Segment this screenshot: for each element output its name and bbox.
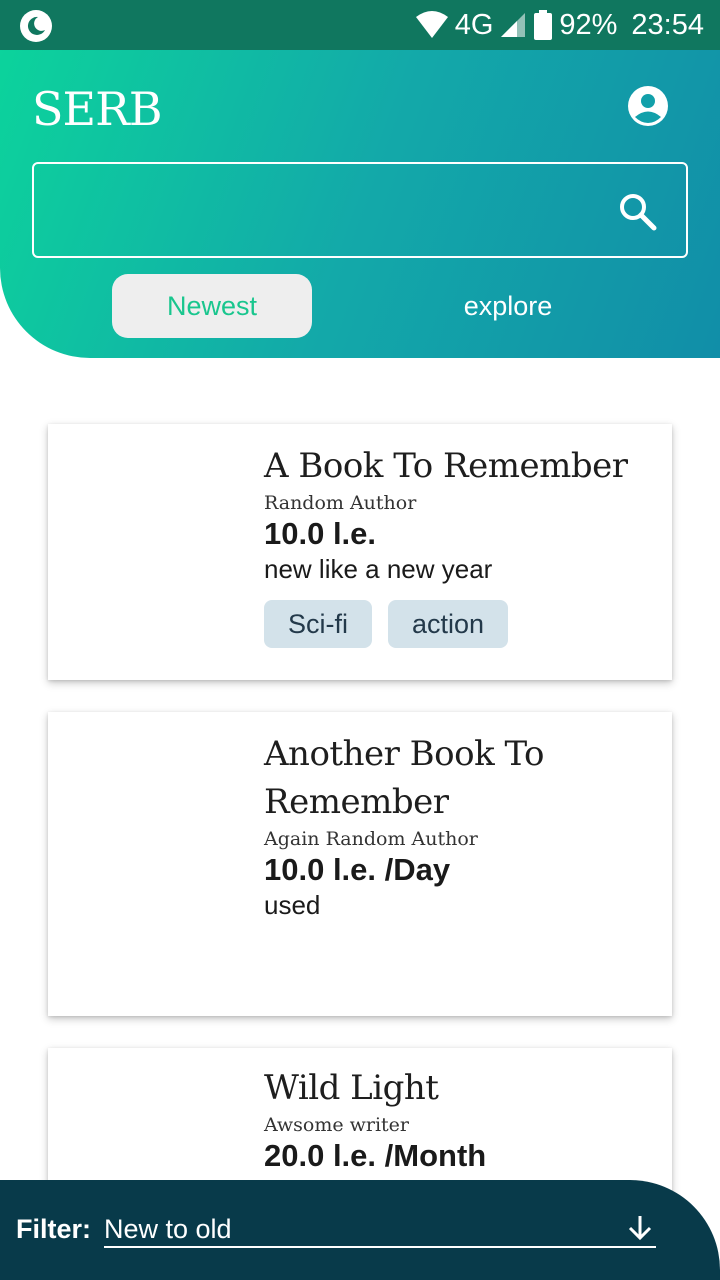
book-title: A Book To Remember bbox=[264, 446, 628, 486]
tab-newest-label: Newest bbox=[166, 290, 258, 321]
book-price: 10.0 l.e. bbox=[264, 516, 377, 551]
search-input[interactable] bbox=[50, 184, 610, 236]
book-price: 20.0 l.e. /Month bbox=[264, 1138, 487, 1173]
book-card[interactable]: A Book To Remember Random Author 10.0 l.… bbox=[48, 424, 672, 680]
book-author: Random Author bbox=[264, 492, 417, 514]
filter-dropdown[interactable]: New to old bbox=[104, 1206, 656, 1248]
book-condition: used bbox=[264, 890, 321, 920]
battery-icon bbox=[534, 10, 553, 40]
search-icon[interactable] bbox=[618, 192, 658, 232]
status-indicators: 4G 92% 23:54 bbox=[415, 0, 704, 50]
header: SERB Newest explore bbox=[0, 50, 720, 358]
search-box[interactable] bbox=[32, 162, 688, 258]
book-author: Awsome writer bbox=[264, 1114, 410, 1136]
moon-icon bbox=[20, 10, 52, 42]
filter-bar: Filter: New to old bbox=[0, 1180, 720, 1280]
book-tags: Sci-fi action bbox=[264, 600, 509, 648]
wifi-icon bbox=[415, 11, 448, 38]
tag-chip[interactable]: Sci-fi bbox=[264, 600, 372, 648]
tab-newest[interactable]: Newest bbox=[112, 274, 312, 338]
arrow-down-icon bbox=[628, 1216, 652, 1241]
book-price: 10.0 l.e. /Day bbox=[264, 852, 451, 887]
book-title: Wild Light bbox=[264, 1068, 439, 1108]
app-title: SERB bbox=[32, 82, 163, 136]
account-icon[interactable] bbox=[628, 86, 668, 126]
book-condition: new like a new year bbox=[264, 554, 493, 584]
filter-label: Filter: bbox=[16, 1214, 92, 1244]
signal-icon bbox=[501, 13, 526, 37]
network-type: 4G bbox=[454, 8, 494, 41]
filter-value: New to old bbox=[104, 1214, 232, 1244]
book-card[interactable]: Another Book To Remember Again Random Au… bbox=[48, 712, 672, 1016]
tag-chip[interactable]: action bbox=[388, 600, 509, 648]
clock: 23:54 bbox=[631, 8, 704, 41]
status-bar: 4G 92% 23:54 bbox=[0, 0, 720, 50]
book-author: Again Random Author bbox=[264, 828, 478, 850]
book-title: Another Book To Remember bbox=[264, 734, 545, 822]
tab-explore-label: explore bbox=[463, 290, 553, 321]
battery-percent: 92% bbox=[559, 8, 618, 41]
tab-explore[interactable]: explore bbox=[408, 274, 608, 338]
